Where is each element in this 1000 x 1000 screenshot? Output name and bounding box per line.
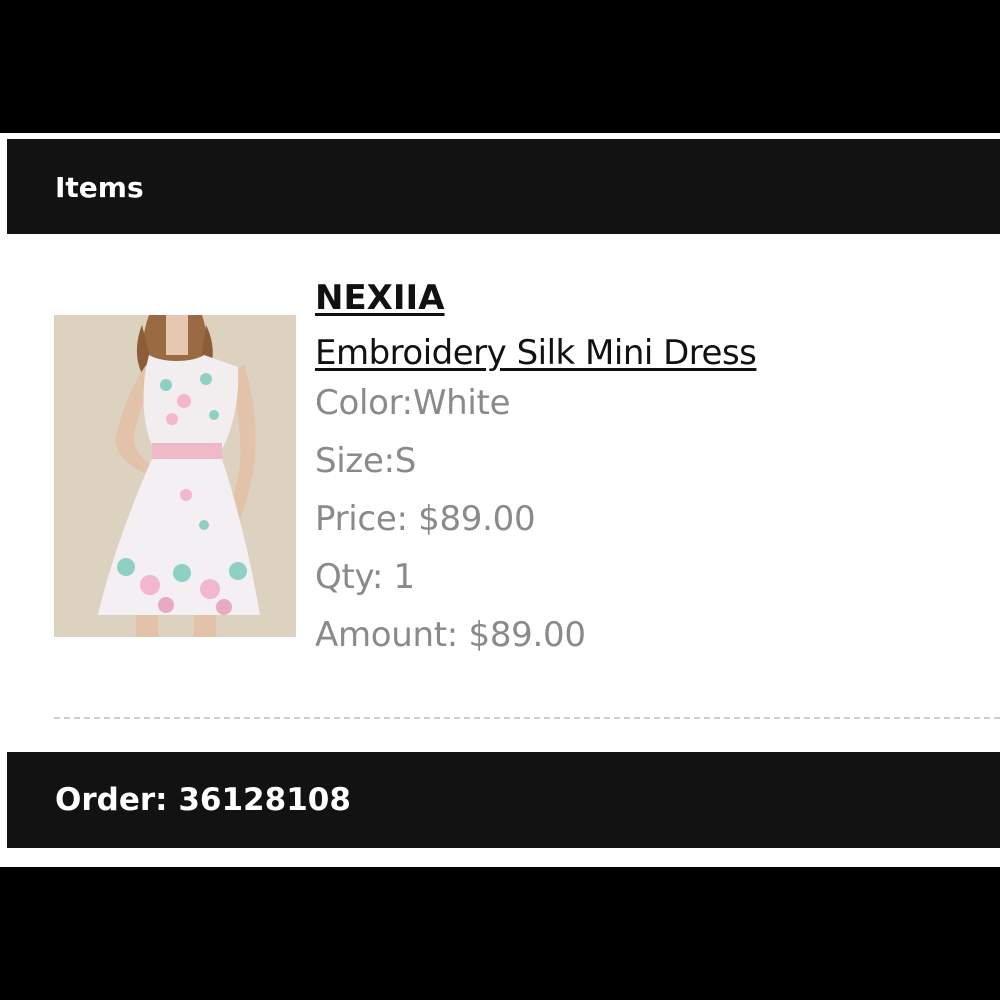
dress-photo-illustration — [54, 315, 296, 637]
order-number: 36128108 — [178, 782, 351, 818]
product-image[interactable] — [54, 315, 296, 637]
price-row: Price: $89.00 — [315, 490, 756, 548]
color-label: Color: — [315, 382, 413, 423]
size-row: Size:S — [315, 432, 756, 490]
qty-label: Qty: — [315, 556, 394, 597]
brand-link[interactable]: NEXIIA — [315, 278, 445, 319]
amount-row: Amount: $89.00 — [315, 606, 756, 664]
item-details: NEXIIA Embroidery Silk Mini Dress Color:… — [315, 278, 757, 664]
order-number-text: Order: 36128108 — [55, 782, 351, 819]
color-value: White — [412, 382, 511, 423]
qty-value: 1 — [393, 556, 416, 597]
price-label: Price: — [315, 498, 419, 539]
size-value: S — [394, 440, 417, 481]
dashed-divider — [54, 717, 1000, 719]
amount-label: Amount: — [315, 614, 469, 655]
items-heading: Items — [55, 171, 144, 204]
order-label: Order: — [55, 782, 179, 818]
color-row: Color:White — [315, 374, 756, 432]
items-header-bar: Items — [7, 139, 1000, 234]
order-footer-bar: Order: 36128108 — [7, 752, 1000, 848]
size-label: Size: — [315, 440, 395, 481]
product-name-link[interactable]: Embroidery Silk Mini Dress — [315, 333, 757, 374]
price-value: $89.00 — [418, 498, 536, 539]
order-items-panel: Items NEXIIA Embroidery Silk Mini Dress … — [0, 133, 1000, 867]
qty-row: Qty: 1 — [315, 548, 756, 606]
amount-value: $89.00 — [468, 614, 586, 655]
